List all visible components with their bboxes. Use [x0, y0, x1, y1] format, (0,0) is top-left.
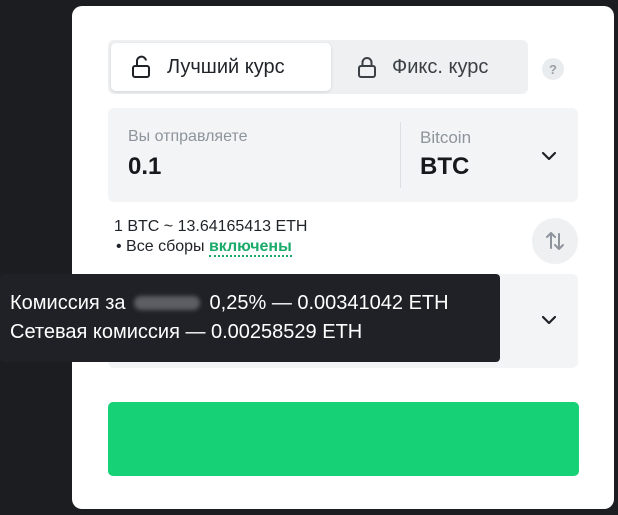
field-divider [400, 122, 401, 188]
blurred-service-name [133, 296, 200, 310]
fees-info: • Все сборы включены [116, 238, 292, 257]
exchange-widget: Лучший курс Фикс. курс ? Вы отправляете … [72, 6, 614, 509]
swap-arrows-icon [546, 232, 564, 250]
chevron-down-icon[interactable] [539, 146, 559, 166]
send-amount-field[interactable]: Вы отправляете 0.1 Bitcoin BTC [108, 108, 578, 202]
swap-button[interactable] [532, 218, 578, 264]
chevron-down-icon[interactable] [539, 310, 559, 330]
fees-tooltip: Комиссия за 0,25% — 0.00341042 ETH Сетева… [0, 274, 500, 362]
tooltip-service-fee-prefix: Комиссия за [10, 292, 126, 314]
tab-fixed-rate[interactable]: Фикс. курс [348, 43, 526, 91]
unlock-icon [129, 54, 155, 80]
exchange-button[interactable] [108, 402, 579, 476]
send-label: Вы отправляете [128, 128, 248, 145]
send-currency-name: Bitcoin [420, 128, 472, 147]
help-icon[interactable]: ? [542, 58, 564, 80]
exchange-rate: 1 BTC ~ 13.64165413 ETH [114, 218, 308, 235]
fees-included-link[interactable]: включены [208, 238, 292, 257]
tooltip-service-fee-value: 0,25% — 0.00341042 ETH [209, 292, 449, 314]
fees-prefix: • Все сборы [116, 238, 209, 255]
tooltip-service-fee: Комиссия за 0,25% — 0.00341042 ETH [10, 292, 449, 315]
tooltip-network-fee: Сетевая комиссия — 0.00258529 ETH [10, 321, 363, 343]
tab-best-rate[interactable]: Лучший курс [111, 43, 331, 91]
send-currency-code[interactable]: BTC [420, 153, 469, 181]
tab-fixed-rate-label: Фикс. курс [392, 55, 489, 78]
send-amount-input[interactable]: 0.1 [128, 153, 161, 181]
rate-type-tabs: Лучший курс Фикс. курс [108, 40, 528, 94]
tab-best-rate-label: Лучший курс [167, 55, 285, 78]
lock-icon [354, 54, 380, 80]
